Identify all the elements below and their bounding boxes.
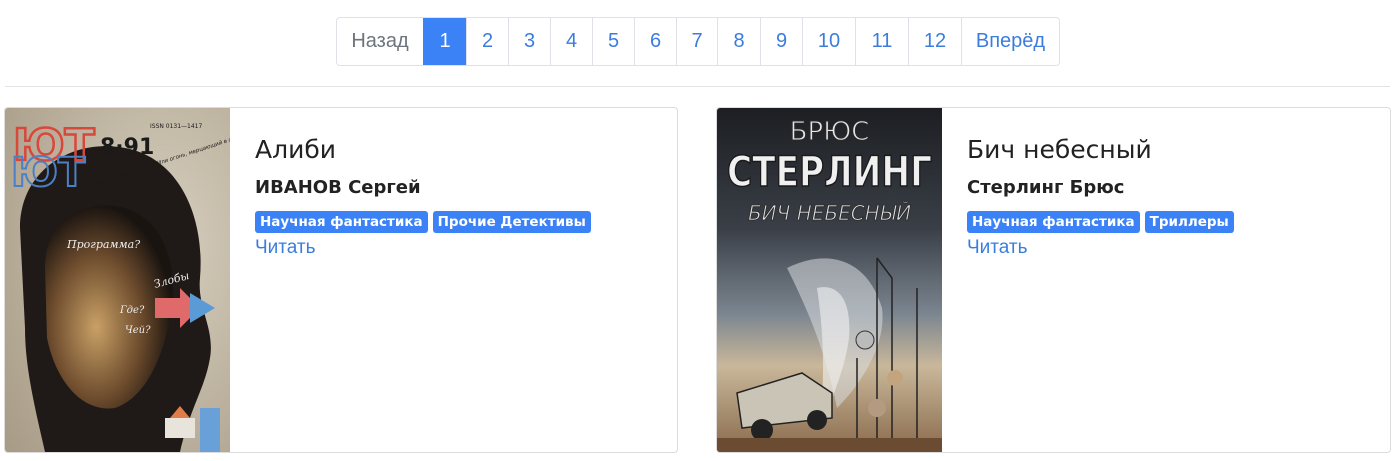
cover-book-title: БИЧ НЕБЕСНЫЙ bbox=[748, 201, 911, 225]
page-button-6[interactable]: 6 bbox=[634, 18, 676, 65]
page-button-8[interactable]: 8 bbox=[717, 18, 760, 65]
book-cover-image[interactable]: ЮТ ЮТ 8·91 ISSN 0131—1417 „Сосуд, в кото… bbox=[5, 108, 230, 452]
genre-badge[interactable]: Триллеры bbox=[1144, 211, 1234, 233]
book-cover-image[interactable]: БРЮС СТЕРЛИНГ БИЧ НЕБЕСНЫЙ bbox=[717, 108, 942, 452]
page-button-2[interactable]: 2 bbox=[466, 18, 508, 65]
divider bbox=[5, 86, 1390, 87]
pagination-bar: Назад 1 2 3 4 5 6 7 8 9 10 11 12 Вперёд bbox=[0, 0, 1393, 87]
read-link[interactable]: Читать bbox=[967, 237, 1028, 259]
page-button-11[interactable]: 11 bbox=[855, 18, 908, 65]
book-info: Алиби ИВАНОВ Сергей Научная фантастика П… bbox=[255, 133, 667, 259]
cover-handwriting: Чей? bbox=[125, 325, 151, 336]
next-page-button[interactable]: Вперёд bbox=[961, 18, 1059, 65]
genre-badge[interactable]: Прочие Детективы bbox=[432, 211, 591, 233]
page-button-7[interactable]: 7 bbox=[676, 18, 717, 65]
issn: ISSN 0131—1417 bbox=[150, 123, 203, 130]
pagination: Назад 1 2 3 4 5 6 7 8 9 10 11 12 Вперёд bbox=[336, 17, 1060, 66]
book-info: Бич небесный Стерлинг Брюс Научная фанта… bbox=[967, 133, 1380, 259]
book-title: Алиби bbox=[255, 135, 336, 164]
genre-badge[interactable]: Научная фантастика bbox=[255, 211, 428, 233]
page-button-10[interactable]: 10 bbox=[802, 18, 855, 65]
page-button-1[interactable]: 1 bbox=[423, 18, 466, 65]
book-card: ЮТ ЮТ 8·91 ISSN 0131—1417 „Сосуд, в кото… bbox=[4, 107, 678, 453]
book-title: Бич небесный bbox=[967, 135, 1152, 164]
magazine-logo-shadow: ЮТ bbox=[11, 150, 86, 196]
genre-tags: Научная фантастика Прочие Детективы bbox=[255, 211, 667, 233]
page-button-9[interactable]: 9 bbox=[760, 18, 802, 65]
book-card: БРЮС СТЕРЛИНГ БИЧ НЕБЕСНЫЙ Бич небесный … bbox=[716, 107, 1391, 453]
cover-handwriting: Где? bbox=[119, 305, 145, 316]
prev-page-button[interactable]: Назад bbox=[337, 18, 423, 65]
page-button-4[interactable]: 4 bbox=[550, 18, 592, 65]
genre-tags: Научная фантастика Триллеры bbox=[967, 211, 1380, 233]
cover-handwriting: Программа? bbox=[66, 238, 140, 251]
issue-number: 8·91 bbox=[100, 135, 154, 160]
cover-author-first: БРЮС bbox=[790, 117, 870, 147]
read-link[interactable]: Читать bbox=[255, 237, 316, 259]
cover-author-last: СТЕРЛИНГ bbox=[727, 147, 932, 196]
page-button-12[interactable]: 12 bbox=[908, 18, 961, 65]
page-button-3[interactable]: 3 bbox=[508, 18, 550, 65]
page-button-5[interactable]: 5 bbox=[592, 18, 634, 65]
genre-badge[interactable]: Научная фантастика bbox=[967, 211, 1140, 233]
book-author: ИВАНОВ Сергей bbox=[255, 177, 421, 198]
book-author: Стерлинг Брюс bbox=[967, 177, 1125, 198]
